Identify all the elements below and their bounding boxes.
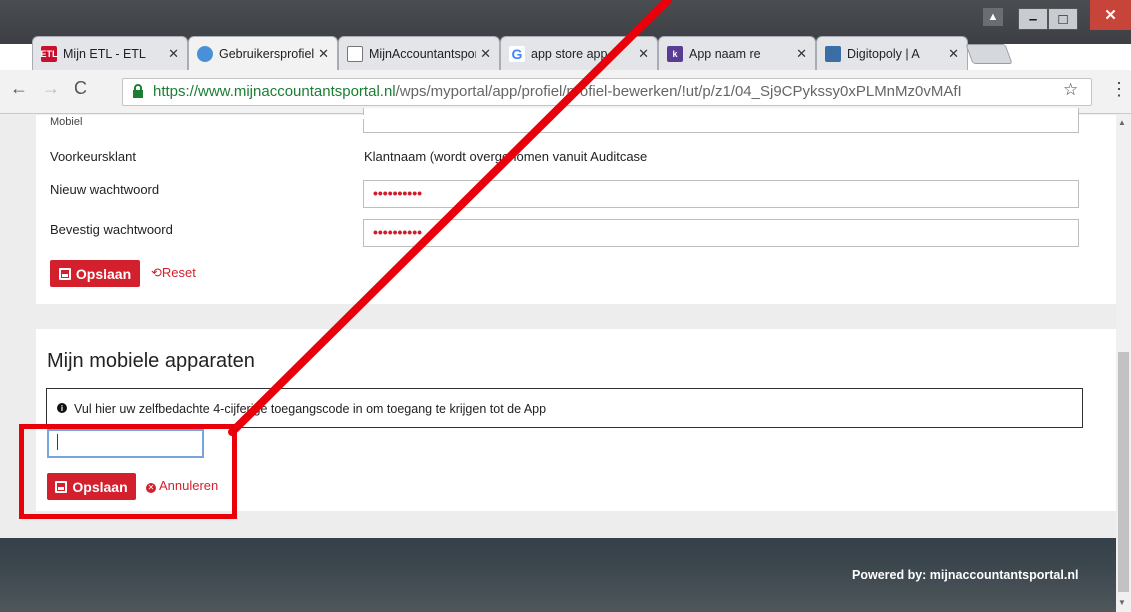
tab-label: MijnAccountantsportal <box>369 46 476 61</box>
close-tab-icon[interactable]: ✕ <box>948 46 959 62</box>
scrollbar-thumb[interactable] <box>1118 352 1129 592</box>
tab-mijnaccountantsportal[interactable]: MijnAccountantsportal ✕ <box>338 36 500 70</box>
tab-app-naam[interactable]: k App naam re ✕ <box>658 36 816 70</box>
tab-label: app store app <box>531 46 608 61</box>
address-bar[interactable]: https://www.mijnaccountantsportal.nl/wps… <box>122 78 1092 106</box>
confirm-password-label: Bevestig wachtwoord <box>50 222 173 237</box>
save-label: Opslaan <box>75 265 132 282</box>
digitopoly-favicon-icon <box>825 45 841 62</box>
mobile-field[interactable] <box>363 108 1079 133</box>
annotation-highlight-box <box>19 424 237 519</box>
reload-icon[interactable]: C <box>74 78 87 99</box>
browser-menu-icon[interactable]: ⋮ <box>1110 79 1128 100</box>
preferred-client-value: Klantnaam (wordt overgenomen vanuit Audi… <box>364 149 648 164</box>
new-tab-button[interactable] <box>965 44 1013 64</box>
forward-icon[interactable]: → <box>42 78 60 99</box>
bookmark-star-icon[interactable]: ☆ <box>1063 80 1078 100</box>
reset-label: Reset <box>161 265 196 280</box>
close-tab-icon[interactable]: ✕ <box>638 46 649 62</box>
user-profile-icon[interactable]: ▲ <box>983 8 1003 26</box>
tab-label: Digitopoly | A <box>847 46 920 61</box>
profile-save-button[interactable]: Opslaan <box>50 260 140 287</box>
url-path: /wps/myportal/app/profiel/profiel-bewerk… <box>395 83 962 100</box>
info-text: Vul hier uw zelfbedachte 4-cijferige toe… <box>74 402 547 416</box>
tab-label: Gebruikersprofiel <box>219 46 315 61</box>
save-icon <box>58 267 71 280</box>
powered-by-text: Powered by: mijnaccountantsportal.nl <box>852 568 1079 582</box>
tab-gebruikersprofiel[interactable]: Gebruikersprofiel ✕ <box>188 36 338 70</box>
section-title: Mijn mobiele apparaten <box>47 350 255 372</box>
confirm-password-value: •••••••••• <box>373 224 423 240</box>
close-tab-icon[interactable]: ✕ <box>318 46 329 62</box>
confirm-password-field[interactable] <box>363 219 1079 247</box>
tab-app-store[interactable]: G app store app ✕ <box>500 36 658 70</box>
undo-icon: ⟲ <box>151 265 162 280</box>
close-tab-icon[interactable]: ✕ <box>168 46 179 62</box>
close-tab-icon[interactable]: ✕ <box>796 46 807 62</box>
etl-favicon-icon: ETL <box>41 45 58 62</box>
tab-digitopoly[interactable]: Digitopoly | A ✕ <box>816 36 968 70</box>
tab-mijn-etl[interactable]: ETL Mijn ETL - ETL ✕ <box>32 36 188 70</box>
back-icon[interactable]: ← <box>10 78 28 99</box>
info-icon: i <box>57 403 67 413</box>
scroll-down-arrow-icon[interactable]: ▼ <box>1118 598 1126 607</box>
tab-label: Mijn ETL - ETL <box>63 46 146 61</box>
page-favicon-icon <box>347 45 363 62</box>
scroll-up-arrow-icon[interactable]: ▲ <box>1118 118 1126 127</box>
reset-link[interactable]: ⟲Reset <box>151 265 196 281</box>
k-favicon-icon: k <box>667 45 683 62</box>
url-host: https://www.mijnaccountantsportal.nl <box>153 83 396 100</box>
tab-label: App naam re <box>689 46 761 61</box>
profile-form-panel <box>36 115 1121 304</box>
close-window-button[interactable]: ✕ <box>1090 0 1131 30</box>
lock-icon <box>133 84 143 98</box>
maximize-button[interactable]: □ <box>1048 8 1078 30</box>
minimize-button[interactable]: – <box>1018 8 1048 30</box>
close-tab-icon[interactable]: ✕ <box>480 46 491 62</box>
preferred-client-label: Voorkeursklant <box>50 149 136 164</box>
google-favicon-icon: G <box>509 45 525 62</box>
new-password-field[interactable] <box>363 180 1079 208</box>
mobile-label: Mobiel <box>50 116 83 128</box>
new-password-value: •••••••••• <box>373 185 423 201</box>
field-overlap <box>333 115 478 119</box>
new-password-label: Nieuw wachtwoord <box>50 182 160 197</box>
portal-favicon-icon <box>197 45 213 62</box>
